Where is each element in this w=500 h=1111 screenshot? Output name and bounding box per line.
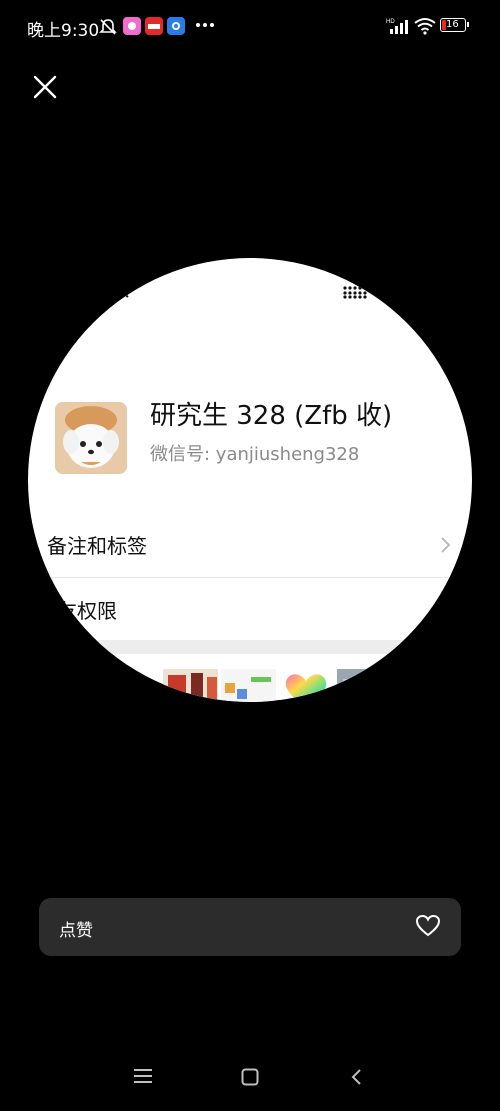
- thumbnail-image: [337, 669, 392, 702]
- like-bar[interactable]: 点赞: [39, 898, 461, 956]
- more-dots-icon: [196, 23, 214, 27]
- red-app-icon: [145, 17, 163, 35]
- friend-permissions-label: 友权限: [57, 599, 117, 623]
- remark-tags-label: 备注和标签: [47, 534, 147, 558]
- battery-icon: 16: [440, 18, 469, 32]
- status-bar: 晚上9:30 HD 16: [0, 0, 500, 54]
- moments-thumbnail[interactable]: [163, 669, 218, 702]
- heart-icon[interactable]: [415, 914, 441, 938]
- magnified-profile-view: 研究生 328 (Zfb 收) 微信号: yanjiusheng328 备注和标…: [28, 258, 472, 702]
- friend-permissions-row[interactable]: 友权限: [47, 595, 117, 624]
- hd-signal-icon: HD: [386, 19, 408, 34]
- back-arrow-icon[interactable]: [120, 288, 130, 298]
- puppy-avatar-image: [55, 402, 127, 474]
- mute-bell-icon: [99, 19, 117, 35]
- home-nav-icon[interactable]: [241, 1068, 259, 1086]
- battery-level: 16: [446, 19, 459, 30]
- blue-app-icon: [167, 17, 185, 35]
- pink-app-icon: [123, 17, 141, 35]
- wechat-id: 微信号: yanjiusheng328: [150, 444, 360, 465]
- remark-tags-row[interactable]: 备注和标签: [47, 530, 147, 559]
- moments-thumbnail[interactable]: [279, 669, 334, 702]
- menu-nav-icon[interactable]: [133, 1068, 153, 1084]
- section-gap: [28, 640, 472, 654]
- more-grid-icon[interactable]: [343, 285, 367, 299]
- thumbnail-image: [163, 669, 218, 702]
- back-nav-icon[interactable]: [350, 1068, 362, 1086]
- wifi-icon: [414, 18, 436, 35]
- like-label: 点赞: [59, 921, 93, 941]
- avatar[interactable]: [55, 402, 127, 474]
- thumbnail-image: [221, 669, 276, 702]
- profile-name: 研究生 328 (Zfb 收): [150, 401, 393, 431]
- close-icon[interactable]: [30, 72, 60, 102]
- svg-text:HD: HD: [386, 19, 395, 25]
- chevron-right-icon: [441, 537, 451, 553]
- thumbnail-image: [279, 669, 334, 702]
- moments-thumbnail[interactable]: [337, 669, 392, 702]
- divider: [47, 577, 467, 578]
- status-time: 晚上9:30: [27, 21, 100, 41]
- moments-thumbnail[interactable]: [221, 669, 276, 702]
